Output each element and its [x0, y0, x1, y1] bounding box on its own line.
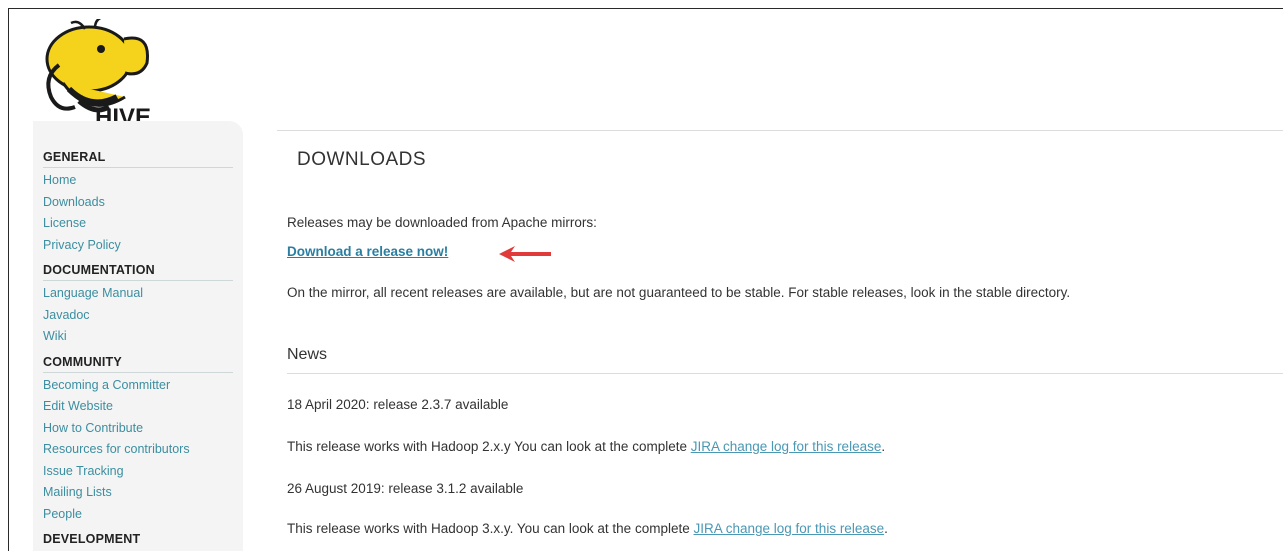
mirrors-intro-text: Releases may be downloaded from Apache m… [287, 215, 597, 230]
sidebar-item-privacy-policy[interactable]: Privacy Policy [43, 235, 233, 257]
page-frame: HIVE GENERAL Home Downloads License Priv… [8, 8, 1283, 551]
nav-section-general: GENERAL Home Downloads License Privacy P… [43, 149, 233, 256]
news-item-headline: 18 April 2020: release 2.3.7 available [287, 397, 509, 412]
nav-section-development: DEVELOPMENT [43, 531, 233, 549]
nav-heading-development: DEVELOPMENT [43, 532, 141, 546]
sidebar-item-wiki[interactable]: Wiki [43, 326, 233, 348]
main-content: DOWNLOADS Releases may be downloaded fro… [277, 9, 1283, 551]
nav-heading-documentation: DOCUMENTATION [43, 262, 233, 281]
news-item-body: This release works with Hadoop 2.x.y You… [287, 439, 885, 454]
mirror-stability-note: On the mirror, all recent releases are a… [287, 285, 1071, 300]
hive-logo-icon: HIVE [45, 19, 151, 129]
sidebar-item-mailing-lists[interactable]: Mailing Lists [43, 482, 233, 504]
download-release-link[interactable]: Download a release now! [287, 244, 448, 259]
news-item-body-text: This release works with Hadoop 3.x.y. Yo… [287, 521, 694, 536]
page-title: DOWNLOADS [297, 149, 427, 170]
news-item-headline: 26 August 2019: release 3.1.2 available [287, 481, 524, 496]
header-divider [277, 130, 1283, 131]
sidebar-item-javadoc[interactable]: Javadoc [43, 305, 233, 327]
news-item-body-suffix: . [884, 521, 888, 536]
news-item-body: This release works with Hadoop 3.x.y. Yo… [287, 521, 888, 536]
sidebar-item-downloads[interactable]: Downloads [43, 192, 233, 214]
sidebar-item-people[interactable]: People [43, 504, 233, 526]
sidebar-item-becoming-a-committer[interactable]: Becoming a Committer [43, 375, 233, 397]
sidebar-item-license[interactable]: License [43, 213, 233, 235]
news-item-body-suffix: . [881, 439, 886, 454]
news-divider [287, 373, 1283, 374]
nav-section-documentation: DOCUMENTATION Language Manual Javadoc Wi… [43, 262, 233, 348]
sidebar-item-home[interactable]: Home [43, 170, 233, 192]
news-item-body-text: This release works with Hadoop 2.x.y You… [287, 439, 691, 454]
red-arrow-icon [499, 246, 551, 262]
sidebar-item-language-manual[interactable]: Language Manual [43, 283, 233, 305]
nav-heading-community: COMMUNITY [43, 354, 233, 373]
nav-section-community: COMMUNITY Becoming a Committer Edit Webs… [43, 354, 233, 526]
jira-changelog-link[interactable]: JIRA change log for this release [691, 439, 882, 454]
sidebar: GENERAL Home Downloads License Privacy P… [33, 121, 243, 551]
jira-changelog-link[interactable]: JIRA change log for this release [693, 521, 884, 536]
nav-heading-general: GENERAL [43, 149, 233, 168]
sidebar-item-edit-website[interactable]: Edit Website [43, 396, 233, 418]
sidebar-item-how-to-contribute[interactable]: How to Contribute [43, 418, 233, 440]
sidebar-item-resources-for-contributors[interactable]: Resources for contributors [43, 439, 233, 461]
hive-logo[interactable]: HIVE [29, 19, 159, 129]
news-heading: News [287, 346, 328, 363]
sidebar-item-issue-tracking[interactable]: Issue Tracking [43, 461, 233, 483]
